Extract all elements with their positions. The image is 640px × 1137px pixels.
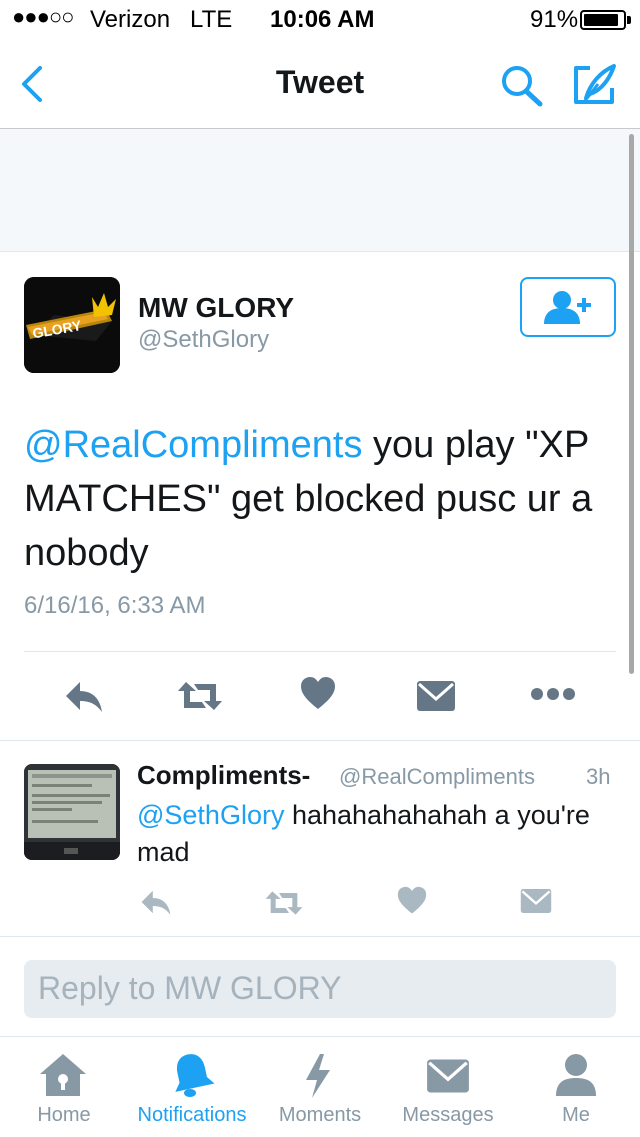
battery-percent: 91% <box>530 6 579 33</box>
tab-home[interactable]: Home <box>0 1104 128 1127</box>
reply-time: 3h <box>586 764 611 789</box>
battery-tip <box>627 16 631 24</box>
clock-time: 10:06 AM <box>270 6 375 33</box>
direct-message-icon[interactable] <box>416 680 456 712</box>
tweet-author-handle[interactable]: @SethGlory <box>138 326 269 354</box>
retweet-icon[interactable] <box>264 888 304 918</box>
tab-notifications[interactable]: Notifications <box>128 1104 256 1127</box>
follow-button[interactable] <box>520 277 616 337</box>
divider <box>0 740 640 741</box>
battery-level-fill <box>584 14 619 26</box>
reply-icon[interactable] <box>138 886 174 918</box>
status-bar: ●●●○○ Verizon LTE 10:06 AM 91% <box>0 0 640 40</box>
like-heart-icon[interactable] <box>300 676 336 712</box>
reply-author-name[interactable]: Compliments- <box>137 760 310 791</box>
follow-user-plus-icon <box>544 291 591 324</box>
search-icon[interactable] <box>498 62 546 108</box>
tweet-text: @RealCompliments you play "XP MATCHES" g… <box>24 418 614 580</box>
more-icon[interactable] <box>530 686 576 702</box>
avatar[interactable]: GLORY <box>24 277 120 373</box>
signal-strength: ●●●○○ <box>12 4 74 29</box>
home-icon[interactable] <box>38 1052 88 1098</box>
mention-link[interactable]: @RealCompliments <box>24 424 362 466</box>
reply-avatar[interactable] <box>24 764 120 860</box>
network-type: LTE <box>190 6 233 33</box>
scrollbar[interactable] <box>629 134 634 674</box>
reply-author-handle[interactable]: @RealCompliments <box>339 764 535 790</box>
envelope-icon[interactable] <box>426 1058 470 1094</box>
reply-tweet-text: @SethGlory hahahahahahah a you're mad <box>137 797 597 871</box>
tab-messages[interactable]: Messages <box>384 1104 512 1127</box>
tweet-author-name[interactable]: MW GLORY <box>138 292 294 324</box>
reply-mention-link[interactable]: @SethGlory <box>137 800 284 830</box>
compose-feather-icon[interactable] <box>572 62 618 106</box>
reply-input-placeholder: Reply to MW GLORY <box>38 970 342 1006</box>
like-heart-icon[interactable] <box>397 886 427 916</box>
reply-icon[interactable] <box>62 676 106 716</box>
carrier-name: Verizon <box>90 6 171 33</box>
bell-icon[interactable] <box>168 1050 216 1100</box>
divider <box>0 936 640 937</box>
tab-me[interactable]: Me <box>512 1104 640 1127</box>
person-icon[interactable] <box>554 1052 598 1098</box>
retweet-icon[interactable] <box>176 678 224 714</box>
lightning-icon[interactable] <box>300 1052 336 1100</box>
battery-icon <box>580 10 626 30</box>
tweet-timestamp: 6/16/16, 6:33 AM <box>24 592 206 619</box>
divider <box>24 651 616 652</box>
tab-moments[interactable]: Moments <box>256 1104 384 1127</box>
conversation-context-area <box>0 129 640 252</box>
direct-message-icon[interactable] <box>520 888 552 914</box>
